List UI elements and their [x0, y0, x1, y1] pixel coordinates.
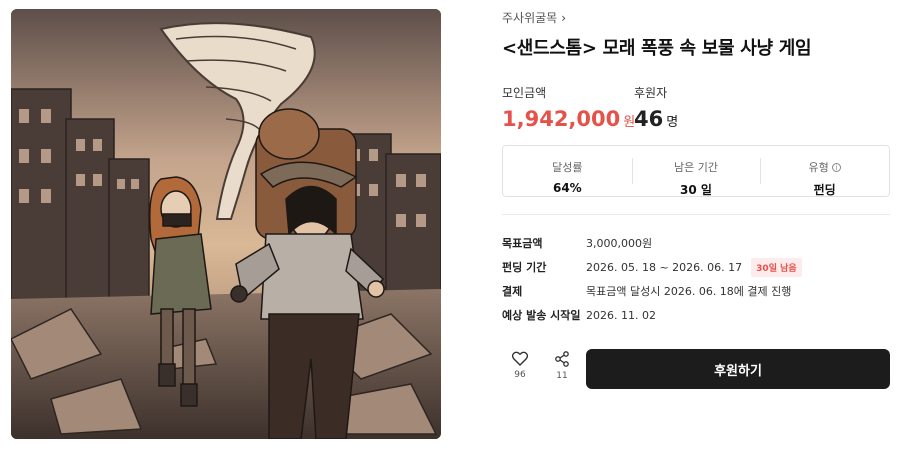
- raised-amount-stat: 모인금액 1,942,000 원: [502, 84, 635, 131]
- project-cover-image: [11, 9, 441, 439]
- detail-row-payment: 결제 목표금액 달성시 2026. 06. 18에 결제 진행: [502, 279, 802, 303]
- summary-value: 64%: [552, 181, 582, 195]
- detail-label: 펀딩 기간: [502, 261, 547, 274]
- summary-achievement: 달성률 64%: [503, 146, 632, 196]
- breadcrumb[interactable]: 주사위굴목 ›: [502, 9, 566, 26]
- funding-details: 목표금액 3,000,000원 펀딩 기간 2026. 05. 18 ~ 202…: [502, 231, 802, 327]
- back-project-button[interactable]: 후원하기: [586, 349, 890, 389]
- summary-value: 펀딩: [813, 183, 836, 197]
- detail-label: 목표금액: [502, 237, 543, 250]
- share-count: 11: [556, 371, 568, 381]
- like-count: 96: [514, 370, 526, 380]
- detail-value: 2026. 05. 18 ~ 2026. 06. 17: [586, 260, 743, 274]
- share-icon: [555, 351, 569, 367]
- detail-label: 결제: [502, 285, 523, 298]
- backers-stat: 후원자 46 명: [634, 84, 678, 131]
- chevron-right-icon: ›: [561, 10, 567, 25]
- heart-icon: [512, 351, 528, 366]
- project-info-panel: 주사위굴목 › <샌드스톰> 모래 폭풍 속 보물 사냥 게임 모인금액 1,9…: [502, 0, 890, 450]
- summary-type: 유형 i 펀딩: [760, 146, 889, 197]
- summary-box: 달성률 64% 남은 기간 30 일 유형 i 펀딩: [502, 145, 890, 197]
- days-left-badge: 30일 남음: [751, 257, 802, 277]
- detail-label: 예상 발송 시작일: [502, 309, 581, 322]
- summary-remaining: 남은 기간 30 일: [631, 146, 761, 197]
- project-title: <샌드스톰> 모래 폭풍 속 보물 사냥 게임: [502, 38, 812, 59]
- detail-value: 목표금액 달성시 2026. 06. 18에 결제 진행: [586, 285, 792, 298]
- info-icon[interactable]: i: [831, 162, 841, 172]
- detail-row-shipping: 예상 발송 시작일 2026. 11. 02: [502, 303, 802, 327]
- backers-unit: 명: [666, 115, 679, 130]
- detail-value: 3,000,000원: [586, 237, 653, 250]
- summary-label: 유형: [808, 161, 829, 174]
- detail-row-goal: 목표금액 3,000,000원: [502, 231, 802, 255]
- detail-row-period: 펀딩 기간 2026. 05. 18 ~ 2026. 06. 17 30일 남음: [502, 255, 802, 279]
- summary-value: 30 일: [680, 183, 712, 197]
- detail-value: 2026. 11. 02: [586, 308, 656, 322]
- breadcrumb-label[interactable]: 주사위굴목: [502, 9, 557, 26]
- backers-label: 후원자: [634, 86, 668, 100]
- share-button[interactable]: 11: [547, 351, 577, 381]
- like-button[interactable]: 96: [505, 351, 535, 380]
- raised-label: 모인금액: [502, 86, 547, 100]
- action-bar: 96 11 후원하기: [502, 347, 890, 389]
- summary-label: 남은 기간: [674, 161, 718, 174]
- backers-value: 46: [634, 107, 664, 131]
- raised-value: 1,942,000: [502, 107, 621, 131]
- divider: [502, 214, 890, 215]
- summary-label: 달성률: [552, 161, 583, 174]
